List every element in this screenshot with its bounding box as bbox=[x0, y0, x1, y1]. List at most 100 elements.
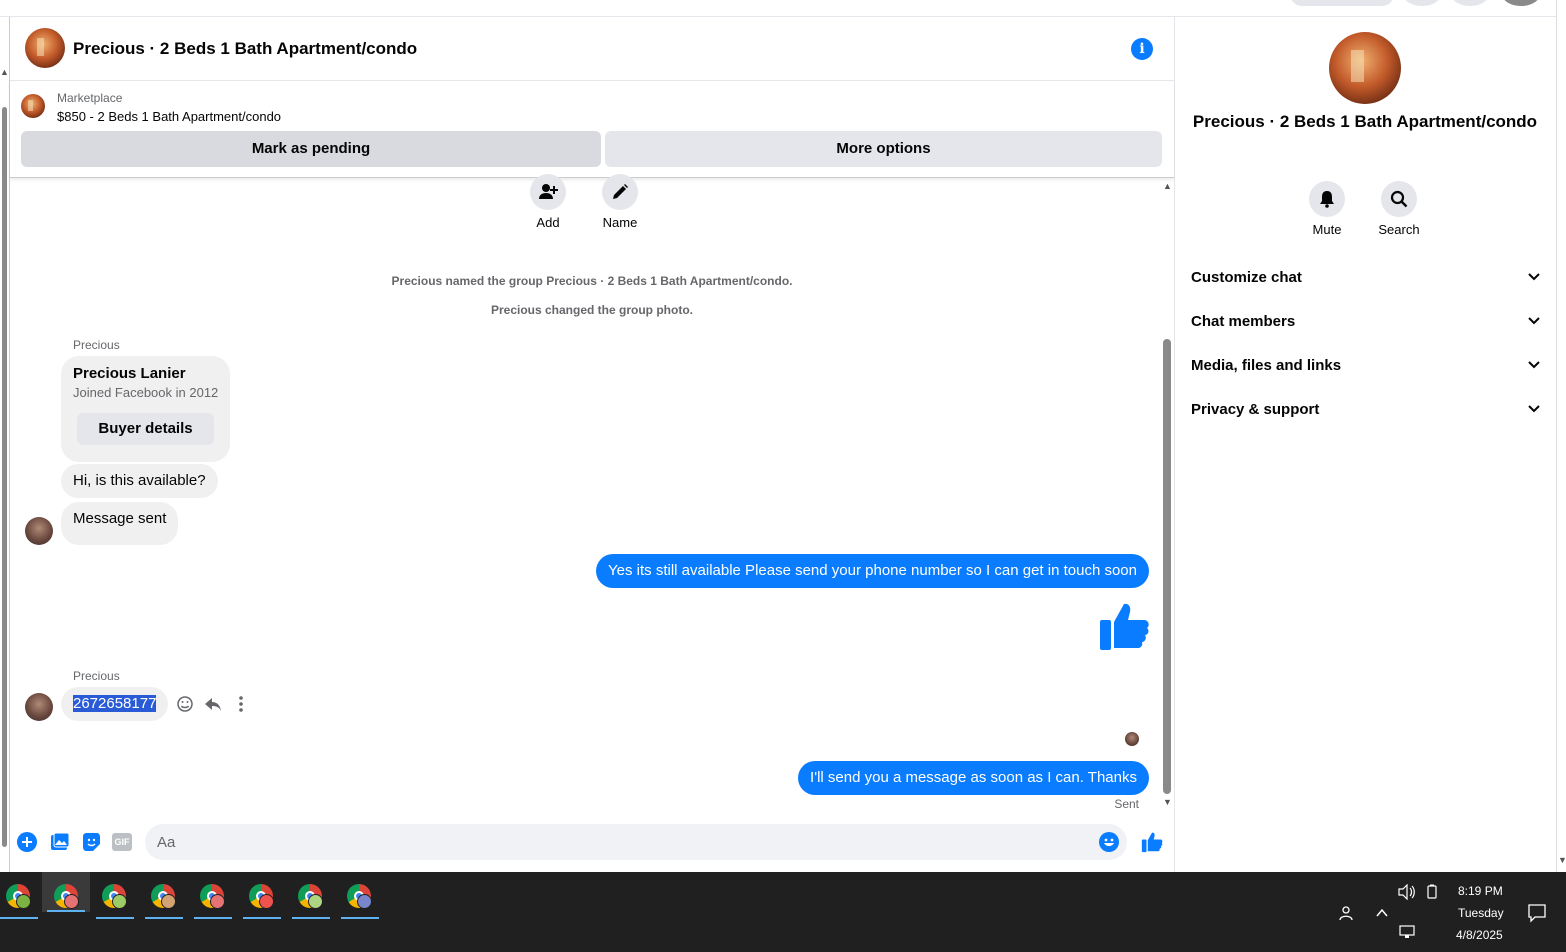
mute-label: Mute bbox=[1312, 222, 1342, 237]
chat-scrollbar-thumb[interactable] bbox=[1163, 339, 1171, 794]
top-notification-button[interactable] bbox=[1451, 0, 1489, 6]
volume-icon[interactable] bbox=[1398, 884, 1416, 900]
react-emoji-icon[interactable] bbox=[176, 695, 194, 713]
battery-icon[interactable] bbox=[1424, 884, 1440, 900]
buyer-profile-card: Precious Lanier Joined Facebook in 2012 … bbox=[61, 356, 230, 462]
system-message: Precious changed the group photo. bbox=[490, 303, 693, 317]
mark-pending-button[interactable]: Mark as pending bbox=[21, 131, 601, 167]
buyer-details-button[interactable]: Buyer details bbox=[77, 413, 214, 445]
listing-price-title[interactable]: $850 - 2 Beds 1 Bath Apartment/condo bbox=[57, 109, 281, 124]
section-label: Chat members bbox=[1191, 313, 1296, 330]
incoming-message[interactable]: 2672658177 bbox=[61, 687, 169, 721]
add-person-icon bbox=[539, 184, 558, 199]
plus-icon[interactable] bbox=[17, 832, 37, 852]
top-account-avatar[interactable] bbox=[1502, 0, 1540, 6]
chat-scroll-up-icon[interactable]: ▲ bbox=[1163, 181, 1172, 191]
more-actions-icon[interactable] bbox=[232, 695, 250, 713]
pencil-icon bbox=[613, 184, 628, 199]
top-menu-button[interactable] bbox=[1403, 0, 1441, 6]
page-scroll-down-icon[interactable]: ▼ bbox=[1558, 855, 1566, 865]
group-photo-large[interactable] bbox=[1329, 32, 1401, 104]
left-scrollbar[interactable]: ▲ bbox=[0, 17, 10, 872]
gif-icon[interactable]: GIF bbox=[112, 833, 132, 851]
browser-top-strip bbox=[0, 0, 1566, 17]
chat-title[interactable]: Precious · 2 Beds 1 Bath Apartment/condo bbox=[73, 39, 417, 59]
emoji-icon[interactable] bbox=[1099, 832, 1119, 852]
sender-name: Precious bbox=[73, 338, 120, 352]
mute-button[interactable] bbox=[1309, 181, 1345, 217]
reply-icon[interactable] bbox=[204, 695, 222, 713]
sidebar-title: Precious · 2 Beds 1 Bath Apartment/condo bbox=[1192, 112, 1538, 131]
name-group-button[interactable] bbox=[602, 174, 638, 210]
selected-phone-number[interactable]: 2672658177 bbox=[73, 695, 157, 712]
thumbs-up-icon[interactable] bbox=[1098, 600, 1150, 652]
search-icon bbox=[1390, 190, 1408, 208]
sticker-icon[interactable] bbox=[81, 832, 101, 852]
section-label: Privacy & support bbox=[1191, 401, 1320, 418]
sender-avatar[interactable] bbox=[25, 517, 53, 545]
chevron-up-icon[interactable] bbox=[1375, 906, 1389, 920]
marketplace-label: Marketplace bbox=[57, 91, 123, 105]
privacy-support-section[interactable]: Privacy & support bbox=[1191, 401, 1541, 418]
network-icon[interactable] bbox=[1398, 924, 1416, 940]
photo-icon[interactable] bbox=[50, 832, 70, 852]
sender-avatar[interactable] bbox=[25, 693, 53, 721]
chrome-taskbar-icon[interactable] bbox=[341, 880, 379, 919]
message-input[interactable]: Aa bbox=[145, 824, 1127, 860]
chrome-taskbar-icon[interactable] bbox=[243, 880, 281, 919]
info-icon[interactable]: i bbox=[1131, 38, 1153, 60]
seen-avatar bbox=[1125, 732, 1139, 746]
add-person-button[interactable] bbox=[530, 174, 566, 210]
chat-members-section[interactable]: Chat members bbox=[1191, 313, 1541, 330]
chrome-taskbar-icon-active[interactable] bbox=[42, 872, 90, 912]
outgoing-message[interactable]: Yes its still available Please send your… bbox=[596, 554, 1149, 588]
more-options-button[interactable]: More options bbox=[605, 131, 1162, 167]
composer-bar: GIF Aa bbox=[10, 817, 1174, 872]
media-files-section[interactable]: Media, files and links bbox=[1191, 357, 1541, 374]
listing-thumbnail[interactable] bbox=[21, 94, 45, 118]
name-label: Name bbox=[602, 215, 638, 230]
notification-center-icon[interactable] bbox=[1527, 903, 1547, 923]
incoming-message[interactable]: Message sent bbox=[61, 502, 179, 545]
chevron-down-icon bbox=[1528, 317, 1540, 325]
bell-icon bbox=[1320, 191, 1334, 208]
group-photo-avatar[interactable] bbox=[25, 28, 65, 68]
clock-day[interactable]: Tuesday bbox=[1458, 906, 1504, 920]
add-label: Add bbox=[536, 215, 560, 230]
chrome-taskbar-icon[interactable] bbox=[0, 880, 38, 919]
chevron-down-icon bbox=[1528, 405, 1540, 413]
send-like-icon[interactable] bbox=[1141, 831, 1163, 853]
message-status: Sent bbox=[1114, 797, 1139, 811]
clock-time[interactable]: 8:19 PM bbox=[1458, 884, 1503, 898]
system-message: Precious named the group Precious · 2 Be… bbox=[391, 274, 793, 288]
outgoing-message[interactable]: I'll send you a message as soon as I can… bbox=[798, 761, 1149, 795]
marketplace-banner: Marketplace $850 - 2 Beds 1 Bath Apartme… bbox=[10, 81, 1174, 178]
buyer-name[interactable]: Precious Lanier bbox=[73, 365, 186, 382]
chrome-taskbar-icon[interactable] bbox=[292, 880, 330, 919]
chat-scroll-down-icon[interactable]: ▼ bbox=[1163, 797, 1172, 807]
page-scrollbar[interactable]: ▼ bbox=[1556, 0, 1566, 872]
chevron-down-icon bbox=[1528, 273, 1540, 281]
people-icon[interactable] bbox=[1337, 904, 1355, 922]
chat-panel: Precious · 2 Beds 1 Bath Apartment/condo… bbox=[10, 17, 1175, 872]
search-label: Search bbox=[1378, 222, 1420, 237]
section-label: Media, files and links bbox=[1191, 357, 1342, 374]
message-input-placeholder: Aa bbox=[157, 834, 176, 851]
chat-header: Precious · 2 Beds 1 Bath Apartment/condo… bbox=[10, 17, 1174, 81]
windows-taskbar: 8:19 PM Tuesday 4/8/2025 bbox=[0, 872, 1566, 952]
top-search-pill[interactable] bbox=[1290, 0, 1394, 6]
incoming-message[interactable]: Hi, is this available? bbox=[61, 464, 218, 498]
chrome-taskbar-icon[interactable] bbox=[194, 880, 232, 919]
left-scrollbar-thumb[interactable] bbox=[2, 107, 7, 847]
chevron-down-icon bbox=[1528, 361, 1540, 369]
buyer-joined: Joined Facebook in 2012 bbox=[73, 385, 219, 400]
clock-date[interactable]: 4/8/2025 bbox=[1456, 928, 1503, 942]
sender-name: Precious bbox=[73, 669, 120, 683]
scroll-up-arrow-icon[interactable]: ▲ bbox=[0, 67, 9, 77]
chat-details-sidebar: Precious · 2 Beds 1 Bath Apartment/condo… bbox=[1175, 17, 1555, 872]
chrome-taskbar-icon[interactable] bbox=[96, 880, 134, 919]
search-button[interactable] bbox=[1381, 181, 1417, 217]
chrome-taskbar-icon[interactable] bbox=[145, 880, 183, 919]
section-label: Customize chat bbox=[1191, 269, 1302, 286]
customize-chat-section[interactable]: Customize chat bbox=[1191, 269, 1541, 286]
